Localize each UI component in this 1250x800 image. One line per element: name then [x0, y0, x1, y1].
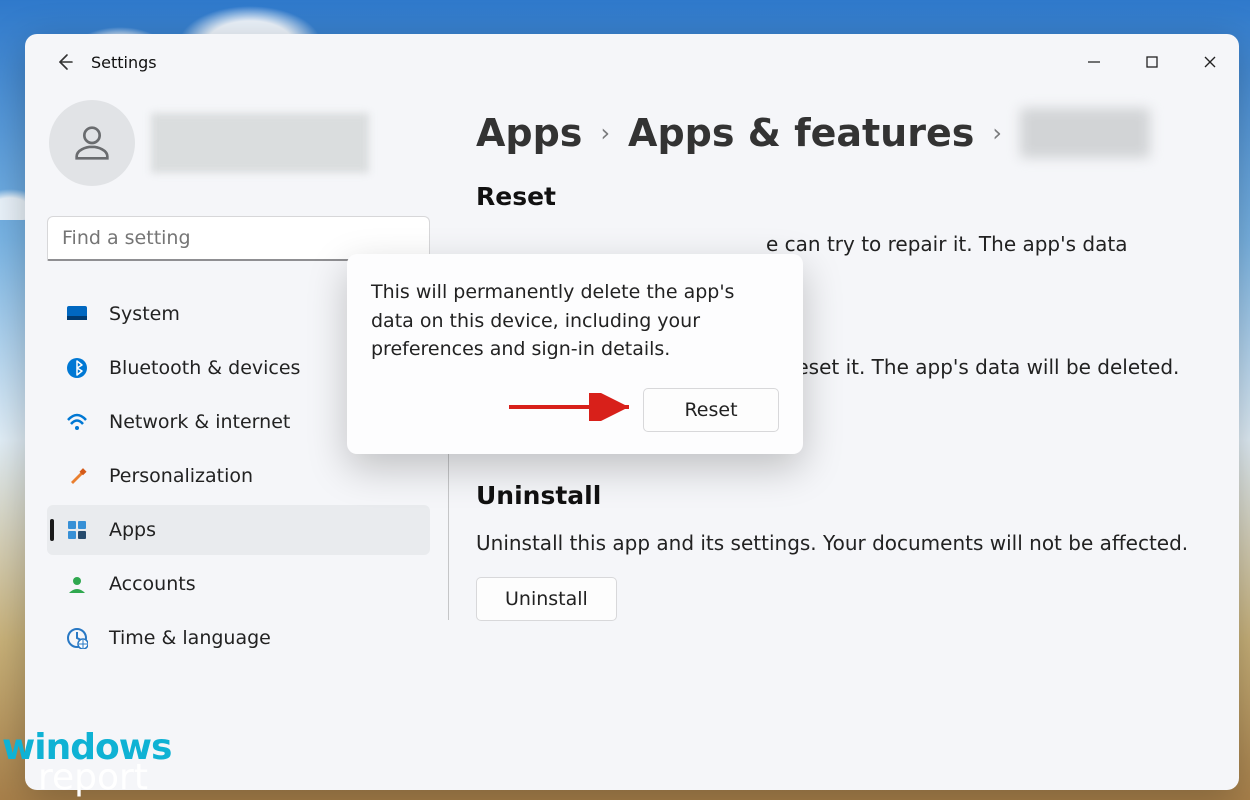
profile-name-redacted — [151, 113, 369, 173]
clock-globe-icon — [65, 626, 89, 650]
bluetooth-icon — [65, 356, 89, 380]
window-title: Settings — [91, 53, 157, 72]
annotation-arrow — [505, 393, 645, 421]
confirm-reset-button[interactable]: Reset — [643, 388, 779, 432]
apps-icon — [65, 518, 89, 542]
wifi-icon — [65, 410, 89, 434]
section-title-reset: Reset — [476, 182, 1209, 211]
uninstall-section: Uninstall Uninstall this app and its set… — [476, 481, 1209, 621]
sidebar-item-label: Time & language — [109, 627, 271, 649]
sidebar-item-personalization[interactable]: Personalization — [47, 451, 430, 501]
window-controls — [1065, 37, 1239, 87]
brush-icon — [65, 464, 89, 488]
back-button[interactable] — [45, 42, 85, 82]
minimize-button[interactable] — [1065, 37, 1123, 87]
sidebar-item-time-language[interactable]: Time & language — [47, 613, 430, 663]
profile-details — [151, 113, 369, 173]
sidebar-item-label: Network & internet — [109, 411, 290, 433]
minimize-icon — [1087, 55, 1101, 69]
sidebar-item-label: Apps — [109, 519, 156, 541]
titlebar: Settings — [25, 34, 1239, 90]
breadcrumb-level3-redacted — [1020, 108, 1150, 158]
arrow-left-icon — [55, 52, 75, 72]
breadcrumb: Apps › Apps & features › — [476, 108, 1209, 158]
display-icon — [65, 302, 89, 326]
person-icon — [65, 572, 89, 596]
breadcrumb-level1[interactable]: Apps — [476, 111, 582, 155]
sidebar-item-label: Accounts — [109, 573, 196, 595]
uninstall-description: Uninstall this app and its settings. You… — [476, 528, 1209, 559]
section-title-uninstall: Uninstall — [476, 481, 1209, 510]
uninstall-button[interactable]: Uninstall — [476, 577, 617, 621]
person-icon — [69, 120, 115, 166]
breadcrumb-level2[interactable]: Apps & features — [628, 111, 974, 155]
chevron-right-icon: › — [600, 119, 610, 147]
maximize-icon — [1145, 55, 1159, 69]
sidebar-item-label: Bluetooth & devices — [109, 357, 300, 379]
profile-block[interactable] — [47, 90, 430, 208]
chevron-right-icon: › — [992, 119, 1002, 147]
avatar — [49, 100, 135, 186]
maximize-button[interactable] — [1123, 37, 1181, 87]
watermark-bottom: report — [2, 763, 171, 794]
popup-message: This will permanently delete the app's d… — [371, 278, 779, 364]
sidebar-item-label: System — [109, 303, 180, 325]
sidebar-item-label: Personalization — [109, 465, 253, 487]
sidebar-item-accounts[interactable]: Accounts — [47, 559, 430, 609]
sidebar-item-apps[interactable]: Apps — [47, 505, 430, 555]
watermark: windows report — [2, 733, 171, 794]
reset-confirm-popup: This will permanently delete the app's d… — [347, 254, 803, 454]
close-button[interactable] — [1181, 37, 1239, 87]
close-icon — [1203, 55, 1217, 69]
